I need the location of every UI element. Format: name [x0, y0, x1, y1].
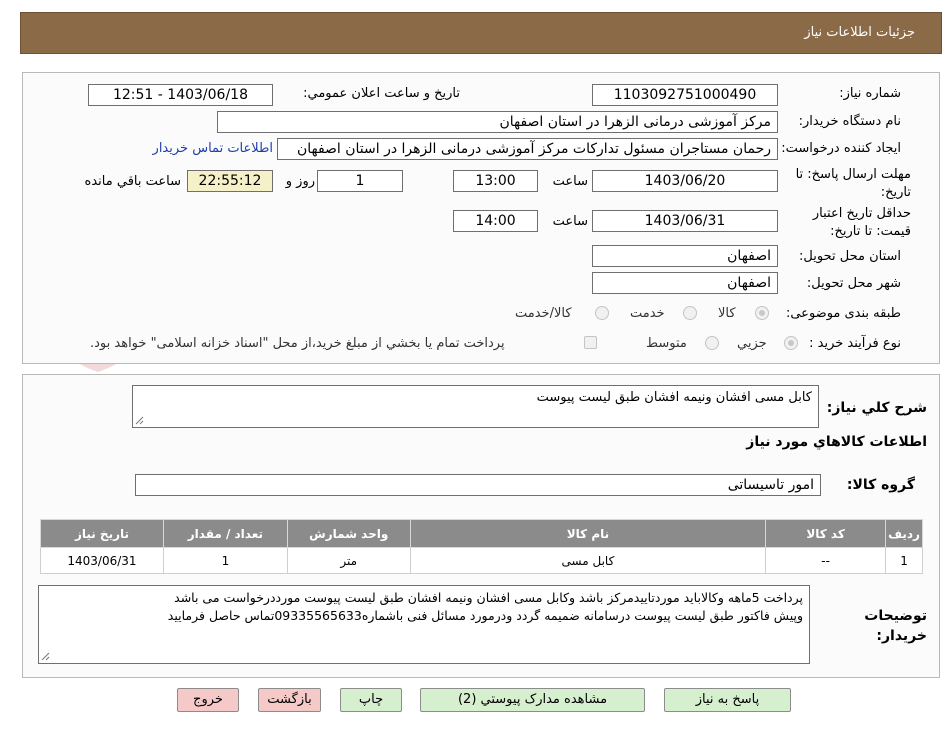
page-header: جزئیات اطلاعات نیاز: [20, 12, 942, 54]
process-radio-minor[interactable]: [784, 336, 798, 350]
col-name: نام کالا: [409, 519, 767, 548]
validity-label: حداقل تاريخ اعتبار قيمت: تا تاريخ:: [812, 206, 911, 239]
buyer-name-field[interactable]: مرکز آموزشی درمانی الزهرا در استان اصفها…: [217, 111, 778, 133]
cell-qty: 1: [162, 547, 288, 574]
col-qty: تعداد / مقدار: [162, 519, 288, 548]
city-field[interactable]: اصفهان: [592, 272, 778, 294]
category-radio-goods-service[interactable]: [595, 306, 609, 320]
deadline-time-field[interactable]: 13:00: [453, 170, 538, 192]
category-radio-service[interactable]: [683, 306, 697, 320]
goods-table: رديف کد کالا نام کالا واحد شمارش تعداد /…: [40, 519, 923, 574]
resize-handle-icon[interactable]: [41, 652, 50, 661]
description-textarea[interactable]: کابل مسی افشان ونیمه افشان طبق لیست پیوس…: [132, 385, 819, 428]
need-number-field[interactable]: 1103092751000490: [592, 84, 778, 106]
buyer-label: نام دستگاه خريدار:: [798, 114, 901, 129]
province-field[interactable]: اصفهان: [592, 245, 778, 267]
remaining-time-field: 22:55:12: [187, 170, 273, 192]
process-label: نوع فرآيند خريد :: [809, 336, 901, 351]
col-date: تاريخ نياز: [40, 519, 164, 548]
validity-date-field[interactable]: 1403/06/31: [592, 210, 778, 232]
goods-group-field[interactable]: امور تاسيساتی: [135, 474, 821, 496]
cell-date: 1403/06/31: [40, 547, 164, 574]
province-label: استان محل تحويل:: [799, 249, 901, 264]
creator-field[interactable]: رحمان مستاجران مسئول تدارکات مرکز آموزشی…: [277, 138, 778, 160]
remaining-time-label: ساعت باقي مانده: [84, 174, 181, 189]
view-attachments-button[interactable]: مشاهده مدارک پيوستي (2): [420, 688, 645, 712]
announce-datetime-field[interactable]: 1403/06/18 - 12:51: [88, 84, 273, 106]
process-option-minor: جزيي: [737, 336, 767, 351]
announce-label: تاریخ و ساعت اعلان عمومي:: [303, 86, 460, 101]
treasury-payment-note: پرداخت تمام يا بخشي از مبلغ خريد،از محل …: [90, 336, 505, 351]
description-text: کابل مسی افشان ونیمه افشان طبق لیست پیوس…: [536, 390, 812, 405]
cell-row: 1: [885, 547, 923, 574]
deadline-time-label: ساعت: [552, 174, 588, 189]
description-label: شرح کلي نياز:: [826, 400, 927, 416]
reply-button[interactable]: پاسخ به نياز: [664, 688, 791, 712]
buyer-notes-line-2: وپیش فاکتور طبق لیست پیوست درسامانه ضمیم…: [167, 608, 803, 623]
process-radio-medium[interactable]: [705, 336, 719, 350]
category-radio-goods[interactable]: [755, 306, 769, 320]
buyer-notes-line-1: پرداخت 5ماهه وکالاباید موردتاییدمرکز باش…: [174, 590, 803, 605]
cell-unit: متر: [286, 547, 411, 574]
col-row: رديف: [885, 519, 923, 548]
goods-section-title: اطلاعات کالاهاي مورد نياز: [746, 434, 927, 450]
col-unit: واحد شمارش: [286, 519, 411, 548]
print-button[interactable]: چاپ: [340, 688, 402, 712]
deadline-date-field[interactable]: 1403/06/20: [592, 170, 778, 192]
cell-code: --: [765, 547, 887, 574]
treasury-payment-checkbox[interactable]: [584, 336, 597, 349]
validity-time-field[interactable]: 14:00: [453, 210, 538, 232]
goods-group-label: گروه کالا:: [846, 477, 915, 493]
cell-name: کابل مسی: [409, 547, 767, 574]
col-code: کد کالا: [765, 519, 887, 548]
category-label: طبقه بندی موضوعی:: [785, 306, 901, 321]
goods-table-header: رديف کد کالا نام کالا واحد شمارش تعداد /…: [40, 519, 923, 548]
city-label: شهر محل تحويل:: [806, 276, 901, 291]
process-option-medium: متوسط: [646, 336, 687, 351]
buyer-contact-link[interactable]: اطلاعات تماس خريدار: [153, 141, 273, 156]
creator-label: ايجاد کننده درخواست:: [781, 141, 901, 156]
validity-time-label: ساعت: [552, 214, 588, 229]
back-button[interactable]: بازگشت: [258, 688, 321, 712]
page-title: جزئیات اطلاعات نیاز: [804, 25, 915, 40]
days-remaining-field[interactable]: 1: [317, 170, 403, 192]
buyer-notes-textarea[interactable]: پرداخت 5ماهه وکالاباید موردتاییدمرکز باش…: [38, 585, 810, 664]
table-row: 1 -- کابل مسی متر 1 1403/06/31: [40, 547, 923, 574]
deadline-label: مهلت ارسال پاسخ: تا تاريخ:: [795, 167, 911, 200]
category-option-goods: کالا: [718, 306, 736, 321]
resize-handle-icon[interactable]: [135, 416, 144, 425]
category-option-service: خدمت: [630, 306, 665, 321]
buyer-notes-label: توضيحات خريدار:: [864, 608, 927, 644]
days-label: روز و: [285, 174, 315, 189]
need-number-label: شماره نیاز:: [839, 86, 901, 101]
category-option-goods-service: کالا/خدمت: [515, 306, 572, 321]
exit-button[interactable]: خروج: [177, 688, 239, 712]
